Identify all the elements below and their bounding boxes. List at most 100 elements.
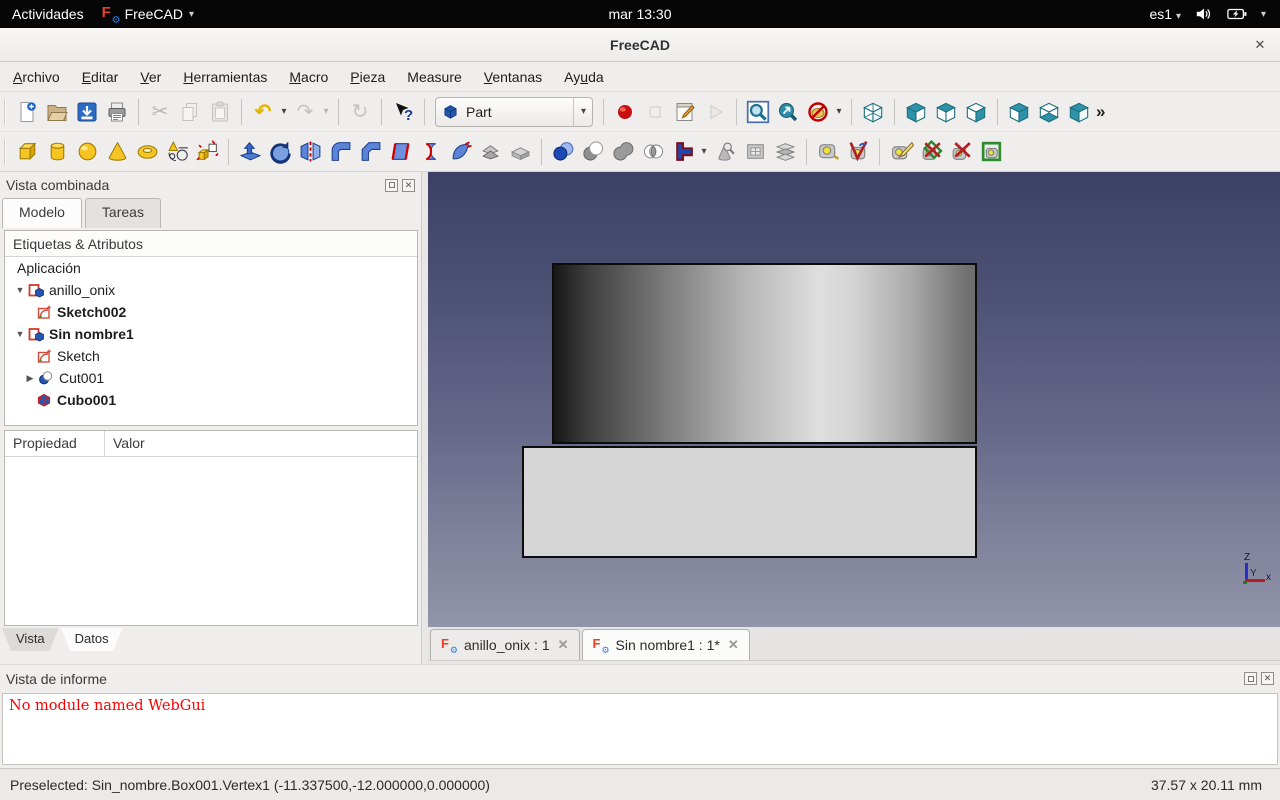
expander-expanded-icon[interactable]: ▼ [13, 285, 27, 295]
tree-item-sketch[interactable]: Sketch [5, 345, 417, 367]
box-section-button[interactable] [740, 137, 770, 167]
print-button[interactable] [102, 97, 132, 127]
keyboard-layout-indicator[interactable]: es1 ▾ [1149, 6, 1181, 22]
measure-clear-all-button[interactable] [976, 137, 1006, 167]
fit-all-button[interactable] [743, 97, 773, 127]
check-geometry-button[interactable] [710, 137, 740, 167]
document-tab-anillo-onix[interactable]: F ⚙ anillo_onix : 1 ✕ [430, 629, 580, 660]
menu-herramientas[interactable]: Herramientas [172, 65, 278, 89]
part-boolean-button[interactable] [548, 137, 578, 167]
part-primitives-button[interactable] [162, 137, 192, 167]
refresh-button[interactable]: ↻ [345, 97, 375, 127]
cylinder-shape[interactable] [552, 263, 977, 444]
part-cylinder-button[interactable] [42, 137, 72, 167]
menu-ver[interactable]: Ver [129, 65, 172, 89]
macro-stop-button[interactable] [640, 97, 670, 127]
redo-button[interactable]: ↷ [290, 97, 320, 127]
panel-close-icon[interactable]: ✕ [402, 178, 415, 192]
paste-button[interactable] [205, 97, 235, 127]
whats-this-button[interactable]: ? [388, 97, 418, 127]
menu-ayuda[interactable]: Ayuda [553, 65, 614, 89]
cross-sections-button[interactable] [770, 137, 800, 167]
view-rear-button[interactable] [1004, 97, 1034, 127]
menu-pieza[interactable]: Pieza [339, 65, 396, 89]
undo-dropdown[interactable]: ▾ [278, 97, 290, 127]
tab-datos[interactable]: Datos [60, 628, 123, 651]
part-compound-button[interactable] [668, 137, 698, 167]
measure-angular-button[interactable] [843, 137, 873, 167]
new-document-button[interactable] [12, 97, 42, 127]
workbench-selector[interactable]: Part ▾ [435, 96, 593, 127]
part-loft-button[interactable] [445, 137, 475, 167]
measure-refresh-button[interactable] [886, 137, 916, 167]
part-compound-dropdown[interactable]: ▾ [698, 137, 710, 167]
toolbar-handle[interactable] [4, 138, 6, 165]
3d-viewport[interactable]: Z Y x [428, 172, 1280, 627]
document-tab-sin-nombre1[interactable]: F ⚙ Sin nombre1 : 1* ✕ [581, 629, 750, 660]
expander-collapsed-icon[interactable]: ▶ [23, 373, 37, 384]
view-left-button[interactable] [1064, 97, 1094, 127]
tree-item-anillo-onix[interactable]: ▼ anillo_onix [5, 279, 417, 301]
part-revolve-button[interactable] [265, 137, 295, 167]
menu-editar[interactable]: Editar [71, 65, 130, 89]
report-view-log[interactable]: No module named WebGui [2, 693, 1278, 765]
part-box-button[interactable] [12, 137, 42, 167]
tree-item-sin-nombre1[interactable]: ▼ Sin nombre1 [5, 323, 417, 345]
open-document-button[interactable] [42, 97, 72, 127]
activities-button[interactable]: Actividades [12, 6, 84, 22]
panel-float-icon[interactable] [385, 178, 398, 192]
tab-tareas[interactable]: Tareas [84, 198, 161, 228]
save-document-button[interactable] [72, 97, 102, 127]
box-shape[interactable] [522, 446, 977, 558]
measure-toggle-delta-button[interactable] [946, 137, 976, 167]
toolbar-handle[interactable] [4, 98, 6, 125]
part-torus-button[interactable] [132, 137, 162, 167]
app-menu[interactable]: F ⚙ FreeCAD ▾ [102, 4, 194, 26]
toolbar-overflow-button[interactable]: » [1096, 102, 1105, 122]
part-offset-button[interactable] [475, 137, 505, 167]
window-close-button[interactable]: ✕ [1250, 35, 1270, 55]
tab-modelo[interactable]: Modelo [2, 198, 82, 228]
part-intersection-button[interactable] [638, 137, 668, 167]
redo-dropdown[interactable]: ▾ [320, 97, 332, 127]
part-fillet-button[interactable] [325, 137, 355, 167]
part-cone-button[interactable] [102, 137, 132, 167]
measure-toggle-all-button[interactable] [916, 137, 946, 167]
tree-root-application[interactable]: Aplicación [5, 257, 417, 279]
measure-linear-button[interactable] [813, 137, 843, 167]
view-front-button[interactable] [901, 97, 931, 127]
part-mirror-button[interactable] [295, 137, 325, 167]
part-sphere-button[interactable] [72, 137, 102, 167]
view-right-button[interactable] [961, 97, 991, 127]
part-thickness-button[interactable] [505, 137, 535, 167]
view-bottom-button[interactable] [1034, 97, 1064, 127]
part-shape-builder-button[interactable] [192, 137, 222, 167]
tab-close-icon[interactable]: ✕ [558, 637, 569, 653]
part-extrude-button[interactable] [235, 137, 265, 167]
undo-button[interactable]: ↶ [248, 97, 278, 127]
part-ruled-surface-button[interactable] [415, 137, 445, 167]
view-top-button[interactable] [931, 97, 961, 127]
macro-record-button[interactable] [610, 97, 640, 127]
cut-button[interactable]: ✂ [145, 97, 175, 127]
tab-close-icon[interactable]: ✕ [728, 637, 739, 653]
menu-archivo[interactable]: Archivo [2, 65, 71, 89]
draw-style-dropdown[interactable]: ▾ [833, 97, 845, 127]
volume-icon[interactable] [1195, 6, 1213, 22]
tree-column-header[interactable]: Etiquetas & Atributos [5, 231, 417, 257]
panel-float-icon[interactable] [1244, 672, 1257, 685]
property-column-header[interactable]: Propiedad [5, 431, 105, 456]
tree-item-sketch002[interactable]: Sketch002 [5, 301, 417, 323]
tree-item-cubo001[interactable]: Cubo001 [5, 389, 417, 411]
value-column-header[interactable]: Valor [105, 431, 417, 456]
battery-icon[interactable] [1227, 7, 1247, 21]
view-axonometric-button[interactable] [858, 97, 888, 127]
part-cut-button[interactable] [578, 137, 608, 167]
copy-button[interactable] [175, 97, 205, 127]
menu-macro[interactable]: Macro [278, 65, 339, 89]
draw-style-button[interactable] [803, 97, 833, 127]
part-union-button[interactable] [608, 137, 638, 167]
macro-edit-button[interactable] [670, 97, 700, 127]
part-chamfer-button[interactable] [355, 137, 385, 167]
panel-close-icon[interactable]: ✕ [1261, 672, 1274, 685]
